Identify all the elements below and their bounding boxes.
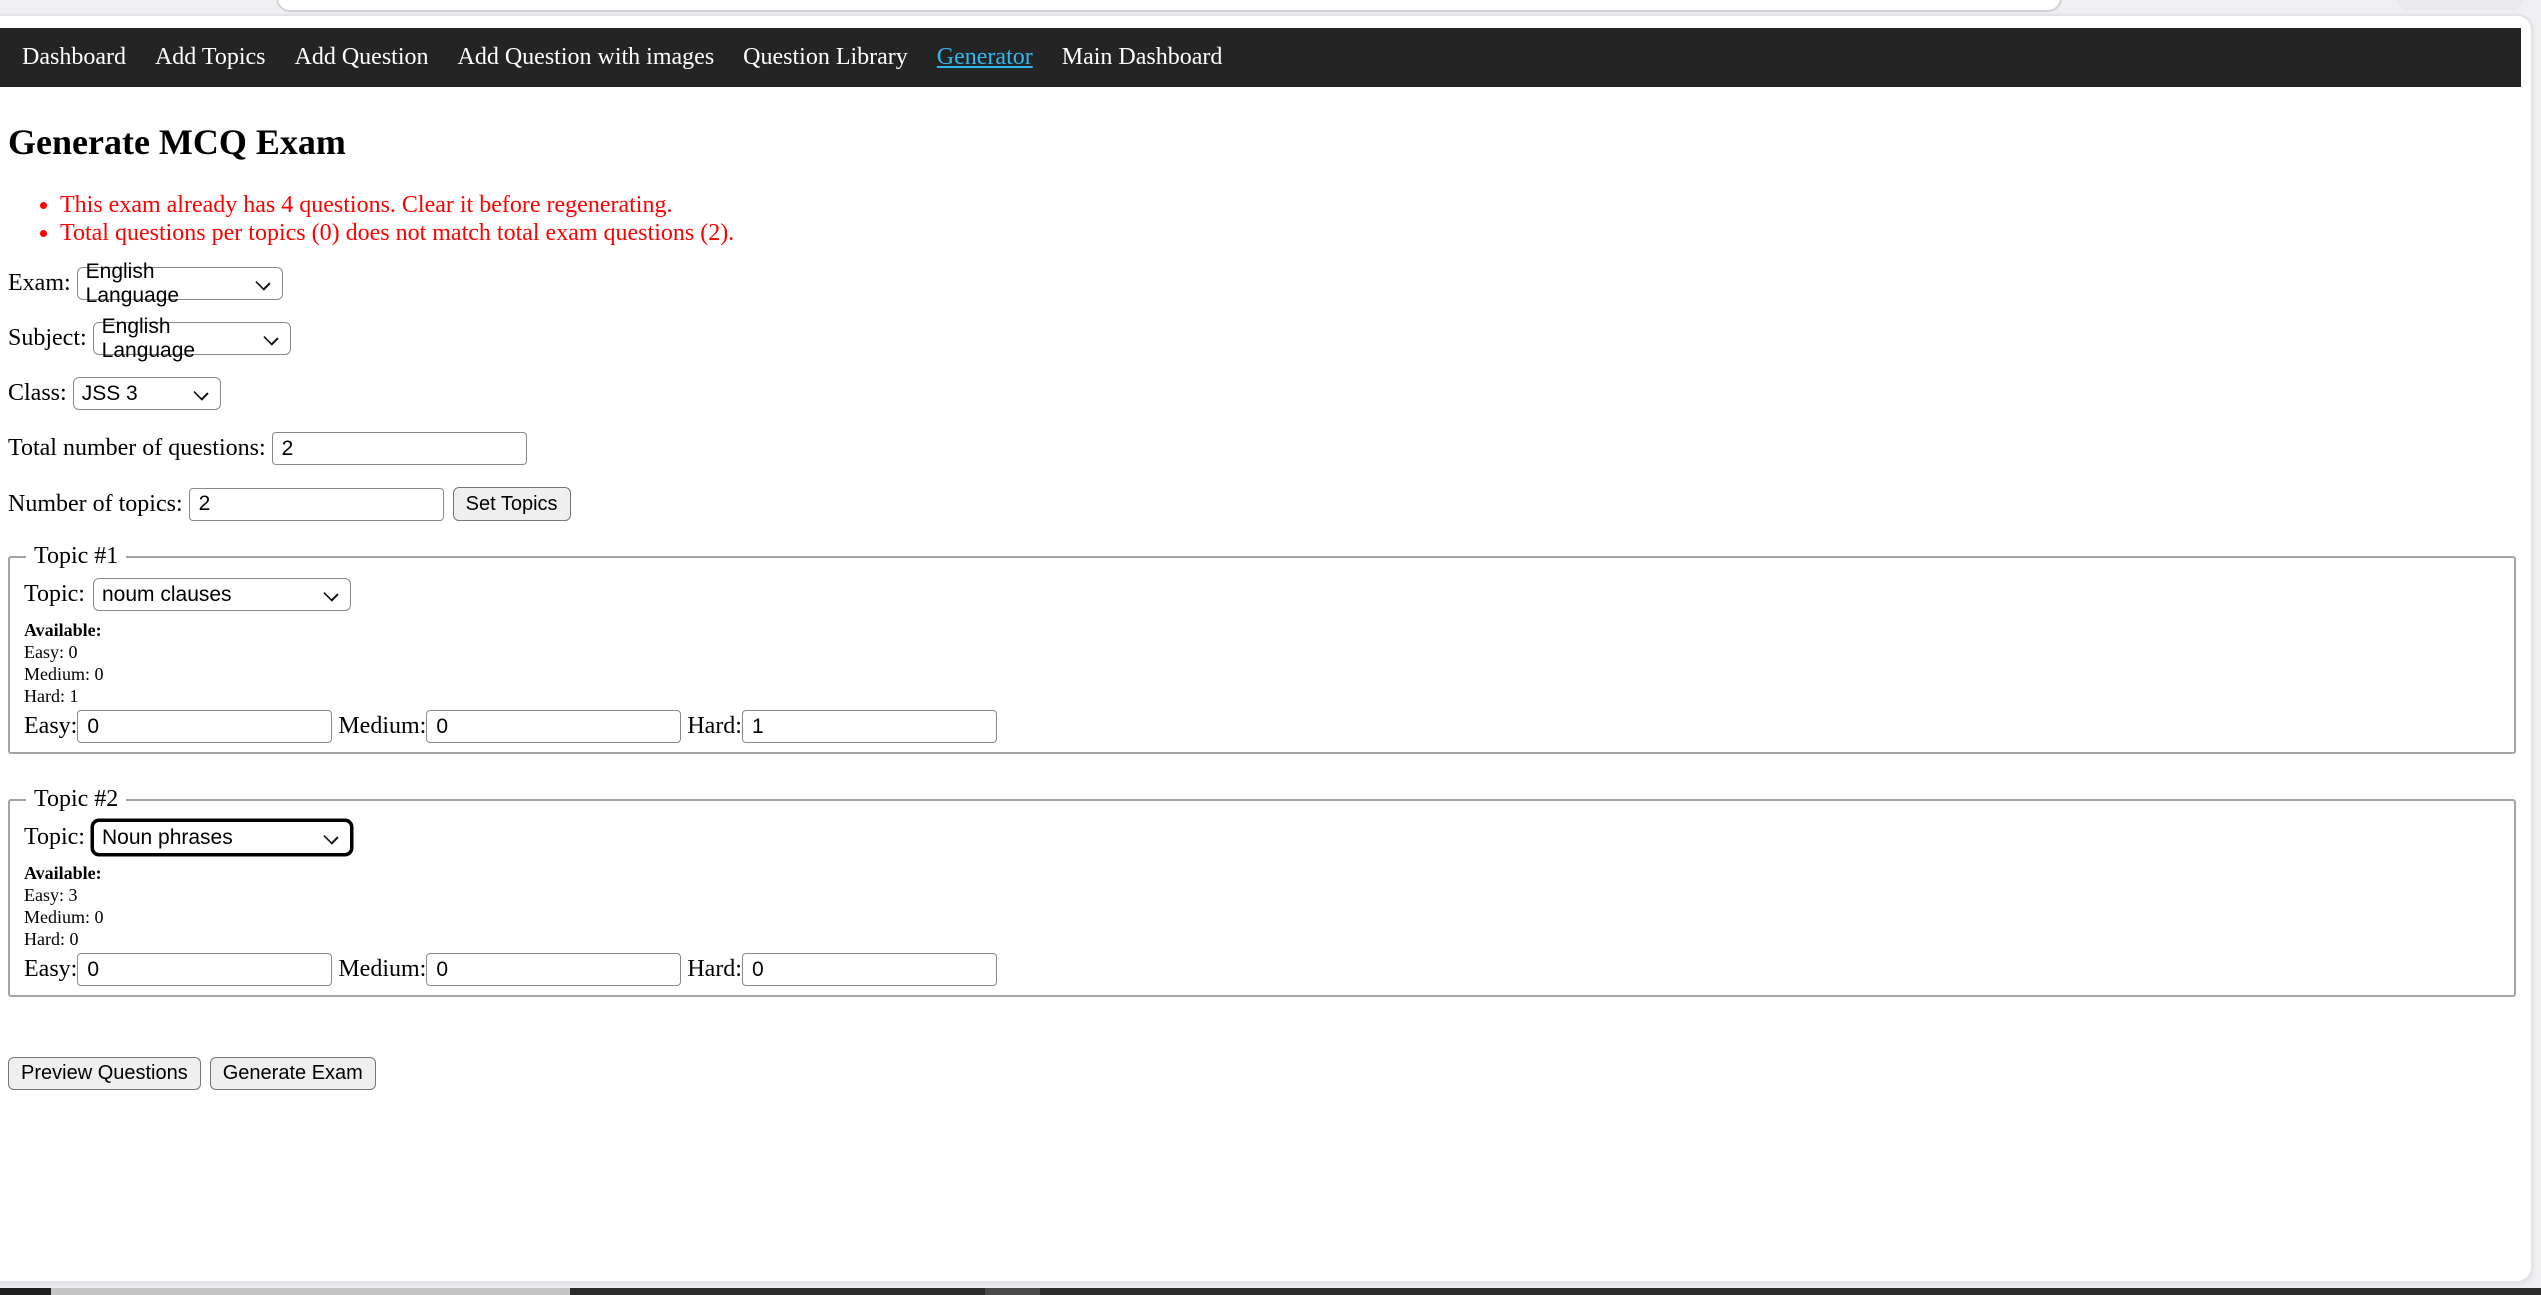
available-label: Available: <box>24 620 102 640</box>
set-topics-button[interactable]: Set Topics <box>452 487 571 521</box>
topic-1-availability: Available: Easy: 0 Medium: 0 Hard: 1 <box>24 619 2498 707</box>
windows-taskbar-edge <box>0 1288 2541 1295</box>
easy-label: Easy: <box>24 713 78 739</box>
nav-item-main-dashboard[interactable]: Main Dashboard <box>1062 44 1223 71</box>
available-hard: Hard: 1 <box>24 686 79 706</box>
class-row: Class: JSS 3 <box>8 377 2516 410</box>
topic-1-easy-input[interactable] <box>77 710 333 743</box>
topic-2-label: Topic: <box>24 824 85 850</box>
page-content: Generate MCQ Exam This exam already has … <box>0 122 2531 1090</box>
available-easy: Easy: 3 <box>24 885 78 905</box>
topic-1-hard-input[interactable] <box>741 710 997 743</box>
topic-2-fieldset: Topic #2 Topic: Noun phrases Available: … <box>8 786 2516 997</box>
total-questions-label: Total number of questions: <box>8 435 266 461</box>
browser-address-bar-bottom[interactable] <box>276 0 2062 12</box>
class-select[interactable]: JSS 3 <box>72 377 221 410</box>
nav-item-question-library[interactable]: Question Library <box>743 44 908 71</box>
exam-label: Exam: <box>8 270 71 296</box>
error-item: Total questions per topics (0) does not … <box>60 220 2516 248</box>
topic-1-medium-input[interactable] <box>426 710 682 743</box>
hard-label: Hard: <box>687 713 742 739</box>
form-actions: Preview Questions Generate Exam <box>8 1057 2516 1090</box>
easy-label: Easy: <box>24 956 78 982</box>
chevron-down-icon <box>263 330 279 346</box>
topic-2-legend: Topic #2 <box>34 786 119 812</box>
chevron-down-icon <box>193 385 209 401</box>
topic-1-legend: Topic #1 <box>34 543 119 569</box>
nav-item-add-question-images[interactable]: Add Question with images <box>458 44 715 71</box>
exam-select[interactable]: English Language <box>76 260 283 307</box>
number-of-topics-input[interactable] <box>188 487 444 521</box>
chevron-down-icon <box>323 829 339 845</box>
browser-toolbar-pill <box>2398 0 2522 10</box>
error-item: This exam already has 4 questions. Clear… <box>60 192 2516 220</box>
medium-label: Medium: <box>338 713 427 739</box>
generate-exam-button[interactable]: Generate Exam <box>209 1057 376 1090</box>
topic-2-select[interactable]: Noun phrases <box>92 821 351 854</box>
topic-2-easy-input[interactable] <box>77 953 333 986</box>
total-questions-input[interactable] <box>271 432 527 465</box>
available-medium: Medium: 0 <box>24 664 104 684</box>
topic-2-availability: Available: Easy: 3 Medium: 0 Hard: 0 <box>24 862 2498 950</box>
subject-label: Subject: <box>8 325 87 351</box>
subject-row: Subject: English Language <box>8 315 2516 362</box>
available-medium: Medium: 0 <box>24 907 104 927</box>
topic-1-difficulty-row: Easy: Medium: Hard: <box>24 710 2498 743</box>
chevron-down-icon <box>255 275 271 291</box>
number-of-topics-row: Number of topics: Set Topics <box>8 487 2516 521</box>
nav-item-add-topics[interactable]: Add Topics <box>155 44 266 71</box>
subject-select-value: English Language <box>101 314 196 362</box>
number-of-topics-label: Number of topics: <box>8 490 183 517</box>
total-questions-row: Total number of questions: <box>8 432 2516 465</box>
browser-content-window: Dashboard Add Topics Add Question Add Qu… <box>0 14 2533 1283</box>
topic-1-select-row: Topic: noum clauses <box>24 578 2498 611</box>
exam-select-value: English Language <box>85 259 180 307</box>
available-hard: Hard: 0 <box>24 929 79 949</box>
topic-1-select-value: noum clauses <box>101 582 232 606</box>
topic-1-select[interactable]: noum clauses <box>92 578 351 611</box>
medium-label: Medium: <box>338 956 427 982</box>
topic-2-difficulty-row: Easy: Medium: Hard: <box>24 953 2498 986</box>
subject-select[interactable]: English Language <box>92 315 291 362</box>
page-title: Generate MCQ Exam <box>8 122 346 162</box>
class-label: Class: <box>8 380 67 406</box>
class-select-value: JSS 3 <box>81 381 138 405</box>
main-nav: Dashboard Add Topics Add Question Add Qu… <box>0 28 2521 87</box>
nav-item-generator[interactable]: Generator <box>937 44 1033 71</box>
hard-label: Hard: <box>687 956 742 982</box>
nav-item-dashboard[interactable]: Dashboard <box>22 44 126 71</box>
chevron-down-icon <box>323 586 339 602</box>
available-label: Available: <box>24 863 102 883</box>
nav-item-add-question[interactable]: Add Question <box>295 44 429 71</box>
topic-1-label: Topic: <box>24 581 85 607</box>
preview-questions-button[interactable]: Preview Questions <box>8 1057 201 1090</box>
exam-row: Exam: English Language <box>8 260 2516 307</box>
topic-2-select-row: Topic: Noun phrases <box>24 821 2498 854</box>
topic-2-select-value: Noun phrases <box>101 825 233 849</box>
topic-1-fieldset: Topic #1 Topic: noum clauses Available: … <box>8 543 2516 754</box>
error-list: This exam already has 4 questions. Clear… <box>8 192 2516 247</box>
topic-2-medium-input[interactable] <box>426 953 682 986</box>
available-easy: Easy: 0 <box>24 642 78 662</box>
topic-2-hard-input[interactable] <box>741 953 997 986</box>
